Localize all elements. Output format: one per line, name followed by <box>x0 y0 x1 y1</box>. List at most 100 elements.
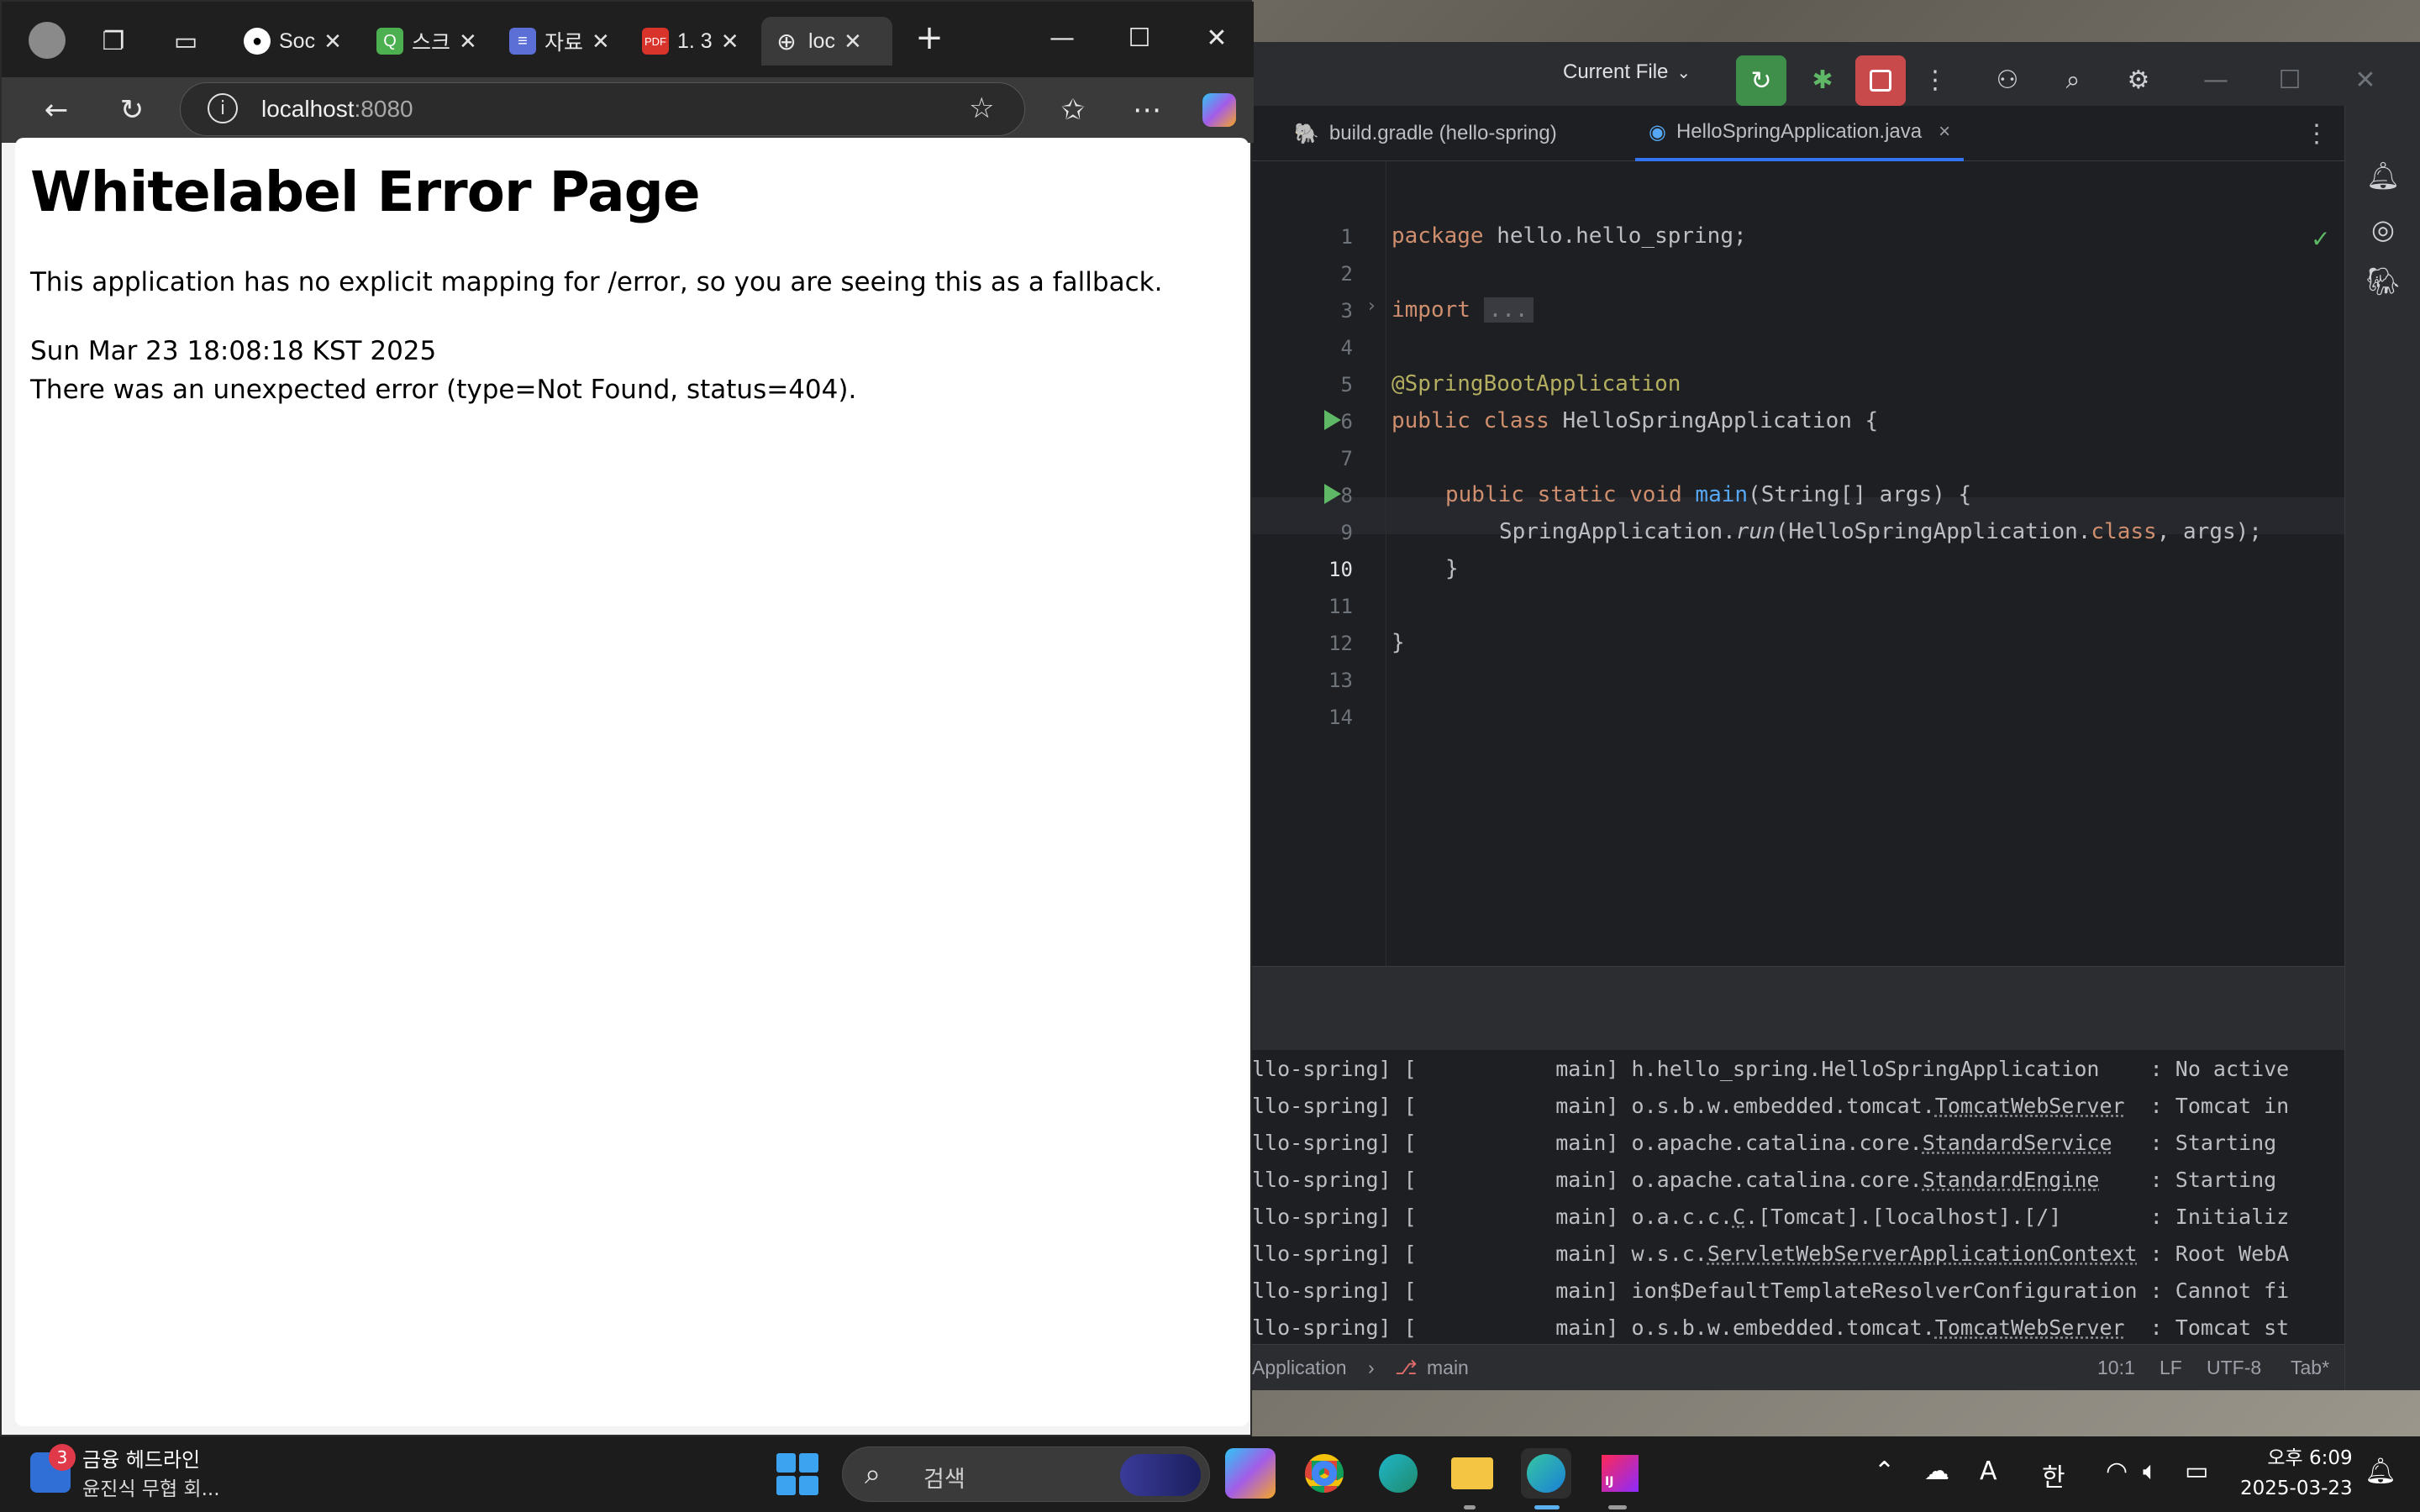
file-explorer-taskbar-icon[interactable] <box>1447 1448 1497 1499</box>
news-widget[interactable]: 3 금융 헤드라인 윤진식 무협 회... <box>30 1443 220 1501</box>
back-button[interactable]: ← <box>34 87 79 133</box>
code-text: SpringApplication. <box>1499 519 1736 544</box>
git-branch[interactable]: main <box>1427 1357 1469 1379</box>
tab-title: 1. 3 <box>677 29 713 53</box>
tab-hello-spring-application[interactable]: ◉ HelloSpringApplication.java × <box>1635 106 1965 161</box>
github-icon: ● <box>244 28 271 55</box>
battery-icon[interactable]: ▭ <box>2185 1457 2208 1486</box>
edge-browser-window: ❐ ▭ ● Soc ✕ Q 스크 ✕ ≡ 자료 ✕ PDF 1. 3 ✕ ⊕ l… <box>0 0 1254 1436</box>
close-window-button[interactable]: ✕ <box>2343 57 2388 102</box>
stop-icon <box>1870 70 1891 92</box>
fold-chevron-icon[interactable]: › <box>1368 296 1376 317</box>
run-config-dropdown[interactable]: Current File ⌄ <box>1563 60 1691 84</box>
code-text: , args); <box>2156 519 2262 544</box>
chrome-taskbar-icon[interactable] <box>1299 1448 1349 1499</box>
messenger-taskbar-icon[interactable] <box>1373 1448 1423 1499</box>
more-horizontal-icon: ⋯ <box>1133 93 1161 127</box>
line-separator[interactable]: LF <box>2160 1357 2182 1379</box>
search-everywhere-button[interactable]: ⌕ <box>2050 57 2096 102</box>
intellij-taskbar-icon[interactable]: IJ <box>1595 1448 1645 1499</box>
browser-close-button[interactable]: ✕ <box>1192 18 1242 57</box>
error-detail: There was an unexpected error (type=Not … <box>30 375 857 405</box>
code-text: (String[] args) { <box>1748 482 1972 507</box>
file-encoding[interactable]: UTF-8 <box>2207 1357 2261 1379</box>
code-with-me-button[interactable]: ⚇ <box>1985 57 2030 102</box>
run-gutter-icon[interactable] <box>1324 410 1341 430</box>
close-tab-icon[interactable]: ✕ <box>324 29 342 55</box>
breadcrumb[interactable]: Application <box>1252 1357 1347 1379</box>
minimize-icon: — <box>1050 23 1075 53</box>
console-line: llo-spring] [ main] o.apache.catalina.co… <box>1252 1131 2277 1155</box>
browser-tab[interactable]: ≡ 자료 ✕ <box>497 17 623 66</box>
app-running-indicator <box>1608 1505 1627 1509</box>
caret-position[interactable]: 10:1 <box>2097 1357 2135 1379</box>
no-problems-check-icon[interactable]: ✓ <box>2311 225 2330 253</box>
arrow-left-icon: ← <box>44 93 69 127</box>
minimize-icon: — <box>2203 65 2228 95</box>
ime-indicator[interactable]: 한 <box>2042 1457 2065 1494</box>
run-config-label: Current File <box>1563 60 1669 83</box>
clock-time: 오후 6:09 <box>2267 1447 2353 1469</box>
rerun-button[interactable]: ↻ <box>1736 55 1786 106</box>
refresh-button[interactable]: ↻ <box>109 87 155 133</box>
maximize-button[interactable]: ☐ <box>2267 57 2312 102</box>
green-app-icon: Q <box>376 28 403 55</box>
close-tab-icon[interactable]: ✕ <box>459 29 477 55</box>
stop-button[interactable] <box>1855 55 1906 106</box>
address-bar[interactable]: i localhost:8080 ☆ <box>180 82 1025 136</box>
line-gutter: 1 2 3 4 5 6 7 8 9 10 11 12 13 14 › <box>1252 161 1386 966</box>
url-text: localhost:8080 <box>261 96 413 122</box>
browser-tab[interactable]: ● Soc ✕ <box>232 17 358 66</box>
edge-taskbar-icon[interactable] <box>1521 1448 1571 1499</box>
tab-build-gradle[interactable]: 🐘 build.gradle (hello-spring) <box>1294 106 1557 161</box>
code-editor[interactable]: 1 2 3 4 5 6 7 8 9 10 11 12 13 14 › ✓ pac… <box>1252 161 2344 966</box>
new-tab-button[interactable]: + <box>904 18 955 57</box>
gradle-tool-icon[interactable]: 🐘︎ <box>2364 262 2402 301</box>
code-line-1: package hello.hello_spring; <box>1392 223 1747 249</box>
minimize-button[interactable]: — <box>2193 57 2238 102</box>
ai-assistant-icon[interactable]: ◎ <box>2364 210 2402 249</box>
browser-tab[interactable]: PDF 1. 3 ✕ <box>630 17 756 66</box>
show-hidden-icons-button[interactable]: ⌃ <box>1874 1457 1895 1486</box>
favorites-button[interactable]: ✩ <box>1050 87 1096 133</box>
folded-imports[interactable]: ... <box>1483 297 1534 323</box>
tab-options-button[interactable]: ⋮ <box>2304 106 2329 161</box>
browser-tab-active[interactable]: ⊕ loc ✕ <box>761 17 892 66</box>
onedrive-cloud-icon[interactable]: ☁ <box>1924 1457 1949 1486</box>
indent-setting[interactable]: Tab* <box>2291 1357 2329 1379</box>
favorite-star-icon[interactable]: ☆ <box>969 92 994 125</box>
close-tab-icon[interactable]: × <box>1939 120 1950 144</box>
settings-more-button[interactable]: ⋯ <box>1124 87 1170 133</box>
profile-avatar[interactable] <box>29 22 66 59</box>
debug-button[interactable]: ✱ <box>1800 57 1845 102</box>
copilot-button[interactable] <box>1197 87 1242 133</box>
chrome-icon <box>1305 1454 1344 1493</box>
add-user-icon: ⚇ <box>1996 65 2019 95</box>
news-icon: 3 <box>30 1443 76 1493</box>
wifi-icon[interactable]: ◠ <box>2106 1457 2128 1486</box>
start-button[interactable] <box>776 1453 818 1495</box>
run-console[interactable]: llo-spring] [ main] h.hello_spring.Hello… <box>1252 1050 2344 1344</box>
close-tab-icon[interactable]: ✕ <box>844 29 862 55</box>
code-text: hello.hello_spring; <box>1483 223 1747 249</box>
notification-center-icon[interactable]: 🔔︎ <box>2365 1457 2396 1486</box>
console-line: llo-spring] [ main] h.hello_spring.Hello… <box>1252 1057 2290 1081</box>
browser-minimize-button[interactable]: — <box>1037 18 1087 57</box>
volume-icon[interactable]: 🔈︎ <box>2143 1457 2158 1486</box>
copilot-taskbar-icon[interactable] <box>1225 1448 1276 1499</box>
system-clock[interactable]: 오후 6:09 2025-03-23 <box>2240 1443 2353 1504</box>
close-tab-icon[interactable]: ✕ <box>721 29 739 55</box>
taskbar-search[interactable]: ⌕ 검색 <box>842 1446 1210 1502</box>
vertical-tabs-button[interactable]: ▭ <box>163 18 208 64</box>
workspaces-button[interactable]: ❐ <box>91 18 136 64</box>
browser-tab[interactable]: Q 스크 ✕ <box>365 17 491 66</box>
browser-maximize-button[interactable]: ☐ <box>1114 18 1165 57</box>
refresh-icon: ↻ <box>119 93 145 127</box>
run-gutter-icon[interactable] <box>1324 484 1341 504</box>
more-actions-button[interactable]: ⋮ <box>1912 57 1958 102</box>
close-tab-icon[interactable]: ✕ <box>592 29 610 55</box>
font-tray-icon[interactable]: A <box>1980 1457 1997 1486</box>
notifications-bell-icon[interactable]: 🔔︎ <box>2364 156 2402 195</box>
keyword: public static void <box>1445 482 1682 507</box>
settings-button[interactable]: ⚙ <box>2116 57 2161 102</box>
